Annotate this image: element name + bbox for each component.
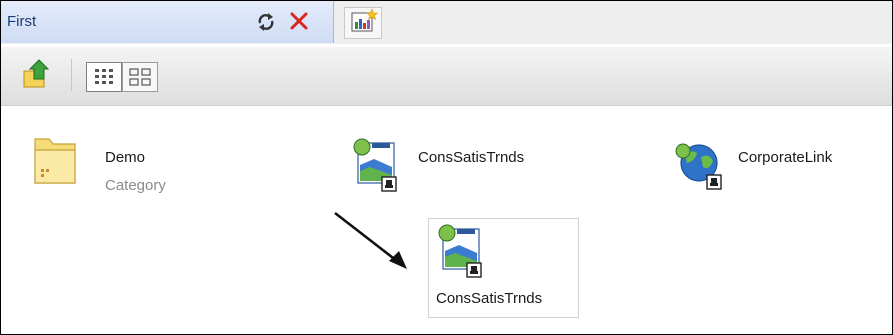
item-name: CorporateLink	[738, 149, 833, 166]
tab-first[interactable]: First	[1, 1, 334, 43]
detail-view-icon	[123, 68, 157, 95]
item-name: ConsSatisTrnds	[418, 149, 525, 166]
dragged-item[interactable]: ConsSatisTrnds	[428, 218, 579, 318]
toolbar-separator	[71, 59, 72, 91]
detail-view-button[interactable]	[122, 62, 158, 92]
up-folder-icon[interactable]	[20, 57, 56, 93]
folder-icon	[31, 133, 79, 194]
tab-strip: First	[1, 1, 892, 44]
report-chart-icon	[437, 223, 491, 284]
icon-view-grid-icon	[87, 69, 121, 95]
new-dashboard-tab-icon[interactable]	[344, 7, 382, 39]
report-chart-icon	[352, 137, 406, 198]
toolbar	[1, 47, 892, 106]
drag-arrow-icon	[331, 209, 413, 278]
refresh-icon[interactable]	[255, 11, 277, 33]
content-browser: First Demo Category ConsSatisTrnds Corpo…	[0, 0, 893, 335]
web-link-icon	[671, 137, 729, 198]
item-type-label: Category	[105, 177, 166, 194]
close-icon[interactable]	[288, 10, 310, 32]
item-name: ConsSatisTrnds	[436, 290, 543, 307]
tab-title: First	[7, 13, 37, 30]
item-name: Demo	[105, 149, 146, 166]
icon-view-button[interactable]	[86, 62, 122, 92]
